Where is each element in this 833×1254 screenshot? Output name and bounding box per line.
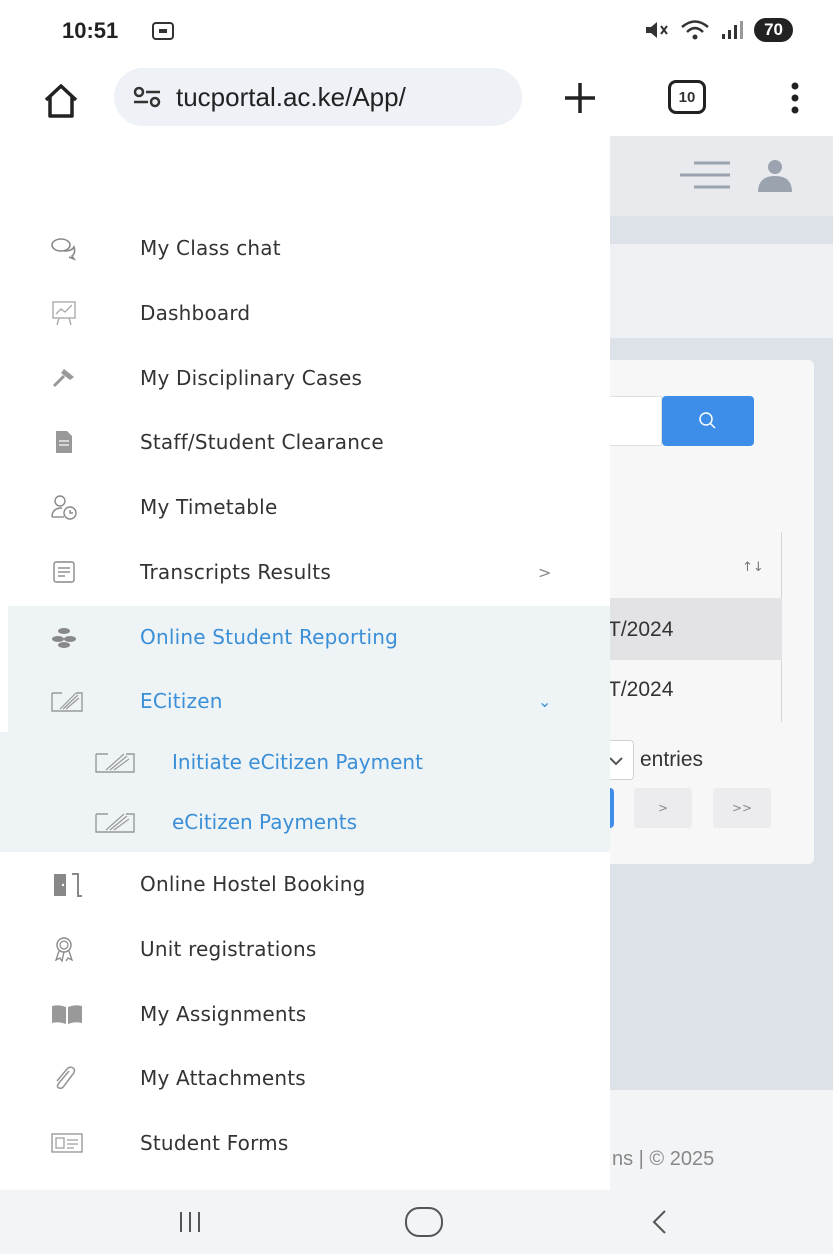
pagination-next[interactable]: > (634, 788, 692, 828)
footer-text: ns | © 2025 (612, 1148, 715, 1170)
new-tab-icon[interactable] (560, 78, 600, 118)
browser-toolbar: tucportal.ac.ke/App/ 10 (0, 66, 833, 136)
more-options-icon[interactable] (780, 78, 810, 118)
menu-label: My Attachments (140, 1066, 306, 1090)
menu-item-attachments[interactable]: My Attachments (0, 1046, 610, 1110)
home-nav-button[interactable] (394, 1204, 454, 1240)
open-book-icon (52, 1005, 82, 1024)
address-bar[interactable]: tucportal.ac.ke/App/ (114, 68, 522, 126)
menu-label: Online Hostel Booking (140, 872, 366, 896)
hamburger-icon[interactable] (680, 160, 732, 190)
menu-item-dashboard[interactable]: Dashboard (0, 281, 610, 345)
chevron-right-icon: > (538, 562, 552, 582)
menu-label: My Class chat (140, 236, 281, 260)
sort-indicator[interactable]: ↑↓ (742, 560, 764, 575)
user-icon[interactable] (754, 158, 796, 192)
menu-label: Transcripts Results (140, 560, 331, 584)
table-cell: 'T/2024 (604, 678, 674, 701)
site-settings-icon[interactable] (132, 86, 162, 108)
back-arrow-icon (652, 1210, 666, 1234)
system-navigation-bar (0, 1190, 833, 1254)
url-text: tucportal.ac.ke/App/ (176, 81, 406, 112)
status-bar: 10:51 70 (0, 0, 833, 66)
wifi-icon (681, 20, 709, 40)
search-icon (699, 412, 716, 429)
status-time: 10:51 (62, 18, 119, 43)
menu-label: My Assignments (140, 1002, 307, 1026)
table-cell: 'T/2024 (604, 618, 674, 641)
screenshot-icon (152, 22, 174, 40)
menu-label: My Timetable (140, 495, 278, 519)
menu-label: Unit registrations (140, 937, 317, 961)
menu-item-disciplinary-cases[interactable]: My Disciplinary Cases (0, 346, 610, 410)
back-nav-button[interactable] (630, 1204, 690, 1240)
search-button[interactable] (662, 396, 754, 446)
menu-item-ecitizen[interactable]: ECitizen ⌄ (0, 669, 610, 733)
submenu-label: Initiate eCitizen Payment (172, 750, 423, 774)
entries-label: entries (640, 748, 704, 771)
chart-board-icon (52, 301, 76, 326)
recent-apps-icon (180, 1212, 200, 1232)
entries-select[interactable] (606, 740, 634, 780)
pagination-last[interactable]: >> (713, 788, 771, 828)
menu-item-assignments[interactable]: My Assignments (0, 982, 610, 1046)
side-drawer: My Class chat Dashboard My Disciplinary … (0, 136, 610, 1190)
gavel-icon (52, 369, 74, 388)
menu-label: ECitizen (140, 689, 223, 713)
tab-count: 10 (678, 88, 696, 106)
home-circle-icon (405, 1207, 443, 1237)
menu-label: Staff/Student Clearance (140, 430, 384, 454)
menu-item-timetable[interactable]: My Timetable (0, 475, 610, 539)
award-ribbon-icon (54, 937, 74, 963)
signature-pad-icon (95, 753, 135, 773)
menu-item-clearance[interactable]: Staff/Student Clearance (0, 410, 610, 474)
menu-label: Dashboard (140, 301, 251, 325)
menu-label: Online Student Reporting (140, 625, 398, 649)
menu-item-transcripts[interactable]: Transcripts Results > (0, 540, 610, 604)
list-document-icon (53, 561, 75, 583)
status-indicators: 70 (644, 18, 793, 42)
menu-item-student-reporting[interactable]: Online Student Reporting (0, 605, 610, 669)
document-icon (56, 431, 72, 453)
signal-icon (722, 21, 744, 39)
chat-bubbles-icon (51, 238, 77, 261)
user-clock-icon (51, 495, 77, 520)
home-icon[interactable] (40, 80, 82, 122)
coins-stack-icon (52, 628, 76, 648)
door-icon (54, 873, 82, 897)
mute-icon (646, 22, 668, 38)
id-card-icon (51, 1133, 83, 1153)
menu-item-hostel-booking[interactable]: Online Hostel Booking (0, 852, 610, 916)
menu-item-unit-registrations[interactable]: Unit registrations (0, 917, 610, 981)
menu-label: My Disciplinary Cases (140, 366, 363, 390)
submenu-item-initiate-payment[interactable]: Initiate eCitizen Payment (0, 732, 610, 792)
signature-pad-icon (95, 813, 135, 833)
pagination-next-label: > (657, 801, 669, 815)
menu-item-class-chat[interactable]: My Class chat (0, 216, 610, 280)
battery-level: 70 (754, 18, 793, 42)
recent-apps-button[interactable] (160, 1204, 220, 1240)
chevron-down-icon: ⌄ (538, 691, 552, 711)
submenu-item-ecitizen-payments[interactable]: eCitizen Payments (0, 792, 610, 852)
menu-item-student-forms[interactable]: Student Forms (0, 1111, 610, 1175)
signature-pad-icon (51, 692, 83, 712)
menu-label: Student Forms (140, 1131, 289, 1155)
tab-switcher-button[interactable]: 10 (668, 80, 706, 114)
submenu-label: eCitizen Payments (172, 810, 358, 834)
paperclip-icon (56, 1066, 76, 1090)
pagination-last-label: >> (731, 801, 753, 815)
